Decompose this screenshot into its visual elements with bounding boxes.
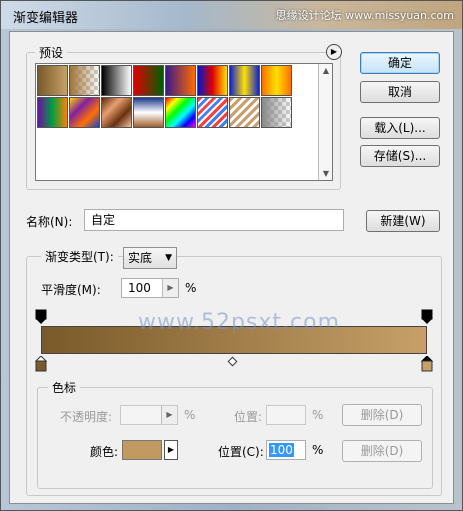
midpoint-diamond-icon[interactable] [227, 356, 238, 367]
delete-opacity-stop-button[interactable]: 删除(D) [342, 404, 422, 426]
name-input[interactable]: 自定 [84, 209, 344, 231]
right-arrow-icon[interactable]: ▶ [162, 279, 178, 297]
stop-color-swatch[interactable] [122, 440, 162, 460]
smoothness-value: 100 [128, 281, 151, 295]
opacity-stop-icon [35, 309, 47, 324]
cancel-button[interactable]: 取消 [360, 81, 440, 103]
name-label: 名称(N): [26, 215, 73, 229]
window-title: 渐变编辑器 [13, 11, 79, 26]
color-stop-right[interactable] [420, 355, 434, 372]
color-stop-icon [420, 355, 434, 372]
right-arrow-icon[interactable]: ▶ [164, 440, 178, 460]
right-arrow-circle-icon[interactable]: ▶ [326, 44, 342, 60]
preset-swatch-violet-green-orange[interactable] [37, 97, 68, 128]
scroll-up-icon[interactable]: ▲ [319, 66, 333, 75]
save-button[interactable]: 存储(S)... [360, 145, 440, 167]
preset-swatch-chrome[interactable] [133, 97, 164, 128]
scroll-down-icon[interactable]: ▼ [319, 169, 333, 178]
new-button[interactable]: 新建(W) [366, 210, 440, 232]
gradient-type-label: 渐变类型(T): [41, 248, 118, 265]
presets-group: 预设 ▶ ▲ ▼ [26, 44, 342, 190]
smoothness-input[interactable]: 100 ▶ [121, 278, 179, 298]
load-button[interactable]: 载入(L)... [360, 117, 440, 139]
color-stop-icon [34, 355, 48, 372]
preset-swatch-blue-red-yellow[interactable] [197, 65, 228, 96]
delete-color-stop-button[interactable]: 删除(D) [342, 440, 422, 462]
presets-label: 预设 [35, 44, 68, 61]
opacity-input[interactable]: ▶ [120, 405, 178, 425]
preset-swatch-copper[interactable] [101, 97, 132, 128]
preset-swatch-blue-yellow-blue[interactable] [229, 65, 260, 96]
gradient-type-select[interactable]: 实底 ▼ [123, 247, 177, 269]
preset-swatch-yellow-violet-orange-blue[interactable] [69, 97, 100, 128]
preset-swatch-black-white[interactable] [101, 65, 132, 96]
preset-swatch-foreground-to-transparent[interactable] [69, 65, 100, 96]
preset-swatch-neutral-density[interactable] [261, 97, 292, 128]
opacity-stop-icon [421, 309, 433, 324]
watermark-text: www.52psxt.com [138, 310, 340, 335]
location-unit: % [312, 443, 324, 457]
opacity-location-unit: % [312, 408, 324, 422]
color-stops-label: 色标 [48, 379, 81, 396]
preset-swatch-foreground-to-background[interactable] [37, 65, 68, 96]
opacity-location-label: 位置: [234, 410, 263, 424]
location-value: 100 [269, 443, 294, 457]
location-label: 位置(C): [218, 445, 264, 459]
title-bar[interactable]: 渐变编辑器 思缘设计论坛 www.missyuan.com [1, 1, 462, 29]
preset-swatch-violet-orange[interactable] [165, 65, 196, 96]
opacity-stop-right[interactable] [421, 309, 433, 325]
watermark-text: 思缘设计论坛 www.missyuan.com [275, 9, 454, 22]
preset-swatch-transparent-stripes[interactable] [229, 97, 260, 128]
opacity-unit: % [184, 408, 196, 422]
chevron-down-icon: ▼ [165, 253, 172, 263]
preset-swatch-red-green[interactable] [133, 65, 164, 96]
preset-scrollbar[interactable]: ▲ ▼ [318, 64, 332, 180]
ok-button[interactable]: 确定 [360, 52, 440, 74]
opacity-label: 不透明度: [60, 410, 113, 424]
right-arrow-icon[interactable]: ▶ [161, 406, 177, 424]
opacity-location-input[interactable] [266, 405, 306, 425]
preset-swatch-spectrum[interactable] [165, 97, 196, 128]
smoothness-unit: % [185, 281, 197, 295]
dialog-client: 预设 ▶ ▲ ▼ 确定 取消 载入(L)... 存储(S)... 名称(N): … [9, 31, 454, 504]
opacity-stop-left[interactable] [35, 309, 47, 325]
gradient-editor-window: 渐变编辑器 思缘设计论坛 www.missyuan.com 预设 ▶ ▲ ▼ 确… [0, 0, 463, 511]
smoothness-label: 平滑度(M): [41, 283, 101, 297]
preset-swatch-list: ▲ ▼ [35, 63, 333, 181]
gradient-type-value: 实底 [128, 251, 153, 265]
color-stops-group: 色标 不透明度: ▶ % 位置: % 删除(D) 颜色: ▶ 位置(C): 10… [37, 379, 433, 489]
gradient-group: 渐变类型(T): 实底 ▼ 平滑度(M): 100 ▶ % 色标 不透明度: ▶… [26, 247, 442, 496]
preset-swatch-transparent-rainbow[interactable] [197, 97, 228, 128]
preset-swatch-orange-yellow-orange[interactable] [261, 65, 292, 96]
color-stop-left[interactable] [34, 355, 48, 372]
location-input[interactable]: 100 [266, 440, 306, 460]
color-label: 颜色: [90, 445, 119, 459]
